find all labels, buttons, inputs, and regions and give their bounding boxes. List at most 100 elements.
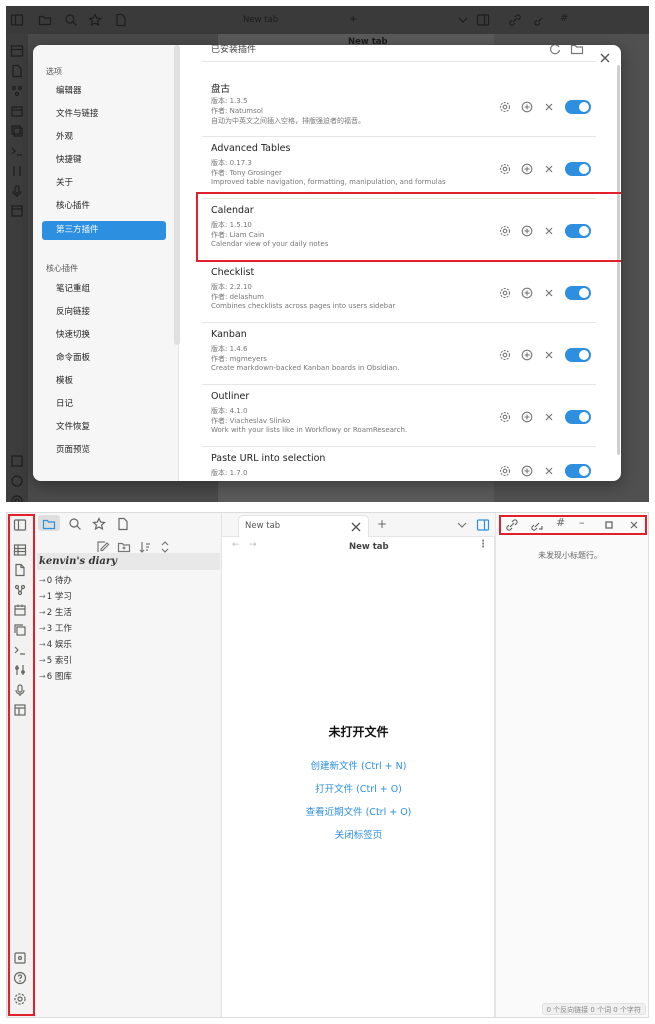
tab-new[interactable]: New tab	[238, 515, 369, 537]
plugin-settings-gear-icon[interactable]	[499, 163, 511, 175]
nav-item-note-composer[interactable]: 笔记重组	[42, 280, 166, 299]
sliders-icon[interactable]	[10, 164, 24, 178]
plugin-uninstall-x-icon[interactable]	[543, 465, 555, 477]
plugin-settings-gear-icon[interactable]	[499, 465, 511, 477]
folder-icon[interactable]	[38, 13, 52, 27]
folder-item[interactable]: →3 工作	[39, 622, 72, 634]
close-tab-link[interactable]: 关闭标签页	[222, 827, 495, 841]
calendar-icon[interactable]	[10, 104, 24, 118]
plugin-row: 盘古 版本: 1.3.5 作者: Natumsol 自动为中英文之间插入空格，排…	[202, 81, 596, 137]
right-sidebar-icon[interactable]	[476, 13, 490, 27]
plugin-enable-toggle[interactable]	[565, 348, 591, 362]
tab-close-icon[interactable]	[349, 520, 361, 532]
copy-icon[interactable]	[10, 124, 24, 138]
layout-icon[interactable]	[10, 204, 24, 218]
plugin-hotkey-plus-icon[interactable]	[521, 411, 533, 423]
plugin-settings-gear-icon[interactable]	[499, 411, 511, 423]
plugin-enable-toggle[interactable]	[565, 410, 591, 424]
plugin-uninstall-x-icon[interactable]	[543, 101, 555, 113]
more-options-icon[interactable]: ⋮	[478, 539, 488, 550]
link-icon[interactable]	[508, 13, 522, 27]
nav-item-daily-notes[interactable]: 日记	[42, 395, 166, 414]
open-file-link[interactable]: 打开文件 (Ctrl + O)	[222, 781, 495, 795]
plugin-row: Kanban 版本: 1.4.6 作者: mgmeyers Create mar…	[202, 329, 596, 385]
sidebar-toggle-icon[interactable]	[10, 13, 24, 27]
new-note-icon[interactable]	[96, 540, 110, 554]
back-arrow-icon[interactable]: ←	[232, 540, 240, 550]
page-icon[interactable]	[116, 517, 130, 531]
file-icon[interactable]	[10, 64, 24, 78]
add-tab-icon[interactable]: +	[349, 14, 357, 25]
sort-icon[interactable]	[138, 540, 152, 554]
plugin-hotkey-plus-icon[interactable]	[521, 287, 533, 299]
nav-item-command-palette[interactable]: 命令面板	[42, 349, 166, 368]
terminal-icon[interactable]	[10, 144, 24, 158]
chevron-down-icon[interactable]	[455, 518, 469, 532]
add-tab-icon[interactable]: +	[377, 517, 387, 531]
table-icon[interactable]	[10, 44, 24, 58]
folder-item[interactable]: →0 待办	[39, 574, 72, 586]
tab-title[interactable]: New tab	[243, 15, 278, 25]
plugin-settings-gear-icon[interactable]	[499, 287, 511, 299]
nav-item-appearance[interactable]: 外观	[42, 128, 166, 147]
plugin-hotkey-plus-icon[interactable]	[521, 465, 533, 477]
nav-item-editor[interactable]: 编辑器	[42, 82, 166, 101]
nav-item-core-plugins[interactable]: 核心插件	[42, 197, 166, 216]
close-icon[interactable]	[598, 51, 612, 65]
nav-item-backlinks[interactable]: 反向链接	[42, 303, 166, 322]
nav-item-file-recovery[interactable]: 文件恢复	[42, 418, 166, 437]
plugin-description: Work with your lists like in Workflowy o…	[211, 426, 408, 434]
microphone-icon[interactable]	[10, 184, 24, 198]
nav-item-templates[interactable]: 模板	[42, 372, 166, 391]
right-sidebar-toggle-icon[interactable]	[476, 518, 490, 532]
page-icon[interactable]	[114, 13, 128, 27]
folder-item[interactable]: →1 学习	[39, 590, 72, 602]
create-new-file-link[interactable]: 创建新文件 (Ctrl + N)	[222, 758, 495, 772]
graph-icon[interactable]	[10, 84, 24, 98]
folder-label: 5 索引	[46, 656, 72, 666]
forward-arrow-icon[interactable]: →	[249, 540, 257, 550]
folder-item[interactable]: →2 生活	[39, 606, 72, 618]
plugin-uninstall-x-icon[interactable]	[543, 411, 555, 423]
folder-open-icon[interactable]	[570, 45, 584, 56]
folder-item[interactable]: →6 图库	[39, 670, 72, 682]
plugin-settings-gear-icon[interactable]	[499, 349, 511, 361]
nav-item-quick-switcher[interactable]: 快速切换	[42, 326, 166, 345]
folder-item[interactable]: →5 索引	[39, 654, 72, 666]
search-icon[interactable]	[68, 517, 82, 531]
plugin-hotkey-plus-icon[interactable]	[521, 163, 533, 175]
plugin-uninstall-x-icon[interactable]	[543, 287, 555, 299]
reload-icon[interactable]	[548, 45, 562, 56]
plugin-enable-toggle[interactable]	[565, 162, 591, 176]
help-icon[interactable]	[10, 474, 24, 488]
nav-item-files-links[interactable]: 文件与链接	[42, 105, 166, 124]
settings-icon[interactable]	[10, 494, 24, 502]
nav-scrollbar[interactable]	[174, 45, 180, 345]
vault-icon[interactable]	[10, 454, 24, 468]
plugin-hotkey-plus-icon[interactable]	[521, 101, 533, 113]
plugin-uninstall-x-icon[interactable]	[543, 349, 555, 361]
new-folder-icon[interactable]	[117, 540, 131, 554]
vault-name[interactable]: kenvin's diary	[37, 553, 220, 570]
star-icon[interactable]	[88, 13, 102, 27]
plugin-settings-gear-icon[interactable]	[499, 101, 511, 113]
folder-item[interactable]: →4 娱乐	[39, 638, 72, 650]
plugin-enable-toggle[interactable]	[565, 100, 591, 114]
nav-section-core: 核心插件	[46, 264, 78, 273]
plugin-enable-toggle[interactable]	[565, 464, 591, 478]
search-icon[interactable]	[64, 13, 78, 27]
recent-files-link[interactable]: 查看近期文件 (Ctrl + O)	[222, 804, 495, 818]
nav-item-community-plugins[interactable]: 第三方插件	[42, 221, 166, 240]
plugin-hotkey-plus-icon[interactable]	[521, 349, 533, 361]
folder-icon[interactable]	[42, 517, 56, 531]
star-icon[interactable]	[92, 517, 106, 531]
nav-item-page-preview[interactable]: 页面预览	[42, 441, 166, 460]
plugin-enable-toggle[interactable]	[565, 286, 591, 300]
nav-item-hotkeys[interactable]: 快捷键	[42, 151, 166, 170]
tag-icon[interactable]: #	[560, 13, 568, 24]
plugin-uninstall-x-icon[interactable]	[543, 163, 555, 175]
nav-item-about[interactable]: 关于	[42, 174, 166, 193]
collapse-icon[interactable]	[158, 540, 172, 554]
chevron-down-icon[interactable]	[456, 13, 470, 27]
link-out-icon[interactable]	[533, 13, 547, 27]
